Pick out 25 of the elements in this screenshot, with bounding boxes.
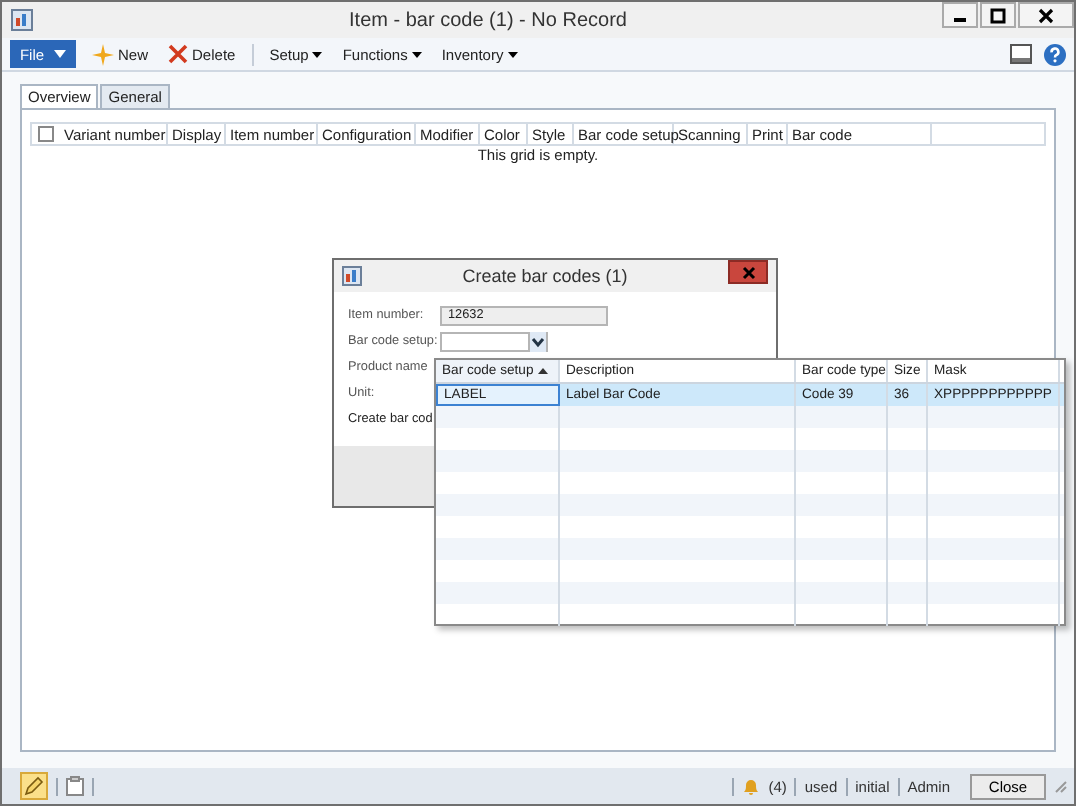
resize-grip-icon xyxy=(1054,779,1068,793)
close-icon xyxy=(741,265,755,279)
minimize-button[interactable] xyxy=(942,2,978,28)
clipboard-icon[interactable] xyxy=(66,776,84,796)
caret-icon xyxy=(507,51,518,57)
maximize-icon xyxy=(990,7,1006,23)
window-title: Item - bar code (1) - No Record xyxy=(347,9,629,31)
close-icon xyxy=(1038,7,1054,23)
help-icon[interactable] xyxy=(1044,43,1066,65)
delete-icon xyxy=(168,44,189,64)
close-button[interactable] xyxy=(1018,2,1074,28)
combo-field[interactable] xyxy=(440,331,548,351)
sparkle-icon xyxy=(92,43,114,65)
caret-icon xyxy=(312,51,323,57)
select-all-checkbox[interactable] xyxy=(38,126,54,142)
caret-icon xyxy=(54,50,67,58)
edit-mode-button[interactable] xyxy=(20,772,48,800)
app-icon xyxy=(342,266,362,286)
maximize-button[interactable] xyxy=(980,2,1016,28)
sort-icon xyxy=(538,368,548,374)
caret-icon xyxy=(411,51,422,57)
app-icon xyxy=(10,8,34,32)
dialog-title: Create bar codes (1) xyxy=(460,266,630,286)
panel-icon[interactable] xyxy=(1010,44,1032,64)
dropdown-icon[interactable] xyxy=(528,331,546,351)
